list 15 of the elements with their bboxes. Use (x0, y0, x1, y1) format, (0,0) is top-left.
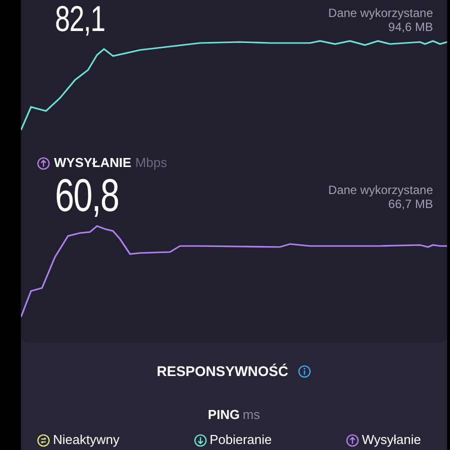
ping-title: PING (208, 406, 240, 424)
data-used-amount: 66,7 MB (388, 197, 433, 211)
data-used-amount: 94,6 MB (388, 20, 433, 34)
download-speed-value: 82,1 (55, 1, 105, 37)
legend-label: Wysyłanie (362, 431, 421, 450)
data-used-label: Dane wykorzystane (328, 6, 433, 20)
upload-title: WYSYŁANIE (54, 154, 132, 172)
info-icon[interactable] (298, 364, 312, 378)
data-used-label: Dane wykorzystane (328, 183, 433, 197)
ping-unit: ms (242, 406, 260, 424)
legend-label: Nieaktywny (53, 431, 120, 450)
upload-speed-value: 60,8 (55, 172, 119, 218)
legend-label: Pobieranie (210, 431, 272, 450)
responsiveness-title: RESPONSYWNOŚĆ (156, 362, 288, 380)
upload-unit: Mbps (135, 154, 168, 172)
